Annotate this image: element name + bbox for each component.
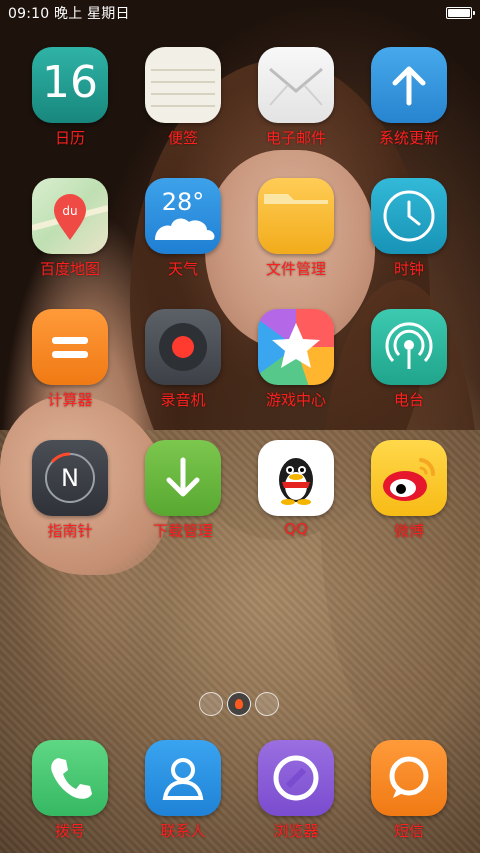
browser-icon [258,740,334,816]
app-update[interactable]: 系统更新 [353,47,465,148]
app-game-center[interactable]: 游戏中心 [240,309,352,410]
app-baidu-map[interactable]: du 百度地图 [14,178,126,279]
radio-icon [371,309,447,385]
battery-fill [448,9,470,17]
map-pin-icon: du [32,178,108,254]
app-compass[interactable]: N 指南针 [14,440,126,541]
compass-letter: N [61,464,79,492]
compass-icon: N [32,440,108,516]
app-label: QQ [284,520,308,538]
arrow-up-icon [371,47,447,123]
app-label: 百度地图 [39,260,100,278]
app-label: 录音机 [160,391,206,409]
page-dot[interactable] [199,692,223,716]
app-memo[interactable]: 便签 [127,47,239,148]
calendar-icon: 16 [32,47,108,123]
person-icon [145,740,221,816]
weibo-icon [371,440,447,516]
app-email[interactable]: 电子邮件 [240,47,352,148]
memo-icon [145,47,221,123]
weather-temp: 28° [162,188,205,216]
app-qq[interactable]: QQ [240,440,352,538]
page-dot[interactable] [255,692,279,716]
app-label: 系统更新 [378,129,439,147]
app-label: 计算器 [47,391,93,409]
app-label: 天气 [167,260,198,278]
status-time: 09:10 晚上 星期日 [8,6,130,22]
arrow-down-icon [145,440,221,516]
app-label: 短信 [393,822,424,840]
calendar-date: 16 [42,57,98,108]
app-label: 电台 [393,391,424,409]
dock-phone[interactable]: 拨号 [14,740,126,841]
app-label: 时钟 [393,260,424,278]
home-screen: 09:10 晚上 星期日 16 日历 便签 电子邮件 系统更新 du 百度地图 … [0,0,480,853]
penguin-icon [258,440,334,516]
app-label: 微博 [393,522,424,540]
cloud-icon: 28° [145,178,221,254]
app-calendar[interactable]: 16 日历 [14,47,126,148]
app-label: 拨号 [54,822,85,840]
battery-icon [446,7,475,19]
app-calculator[interactable]: 计算器 [14,309,126,410]
star-icon [258,309,334,385]
app-recorder[interactable]: 录音机 [127,309,239,410]
record-icon [145,309,221,385]
phone-icon [32,740,108,816]
app-clock[interactable]: 时钟 [353,178,465,279]
app-weibo[interactable]: 微博 [353,440,465,541]
dock-contacts[interactable]: 联系人 [127,740,239,841]
mail-icon [258,47,334,123]
app-label: 游戏中心 [265,391,326,409]
app-label: 指南针 [47,522,93,540]
app-label: 浏览器 [273,822,319,840]
map-pin-text: du [62,204,77,218]
app-label: 文件管理 [265,260,326,278]
app-label: 联系人 [160,822,206,840]
app-file-manager[interactable]: 文件管理 [240,178,352,279]
app-radio[interactable]: 电台 [353,309,465,410]
app-label: 日历 [54,129,85,147]
clock-icon [371,178,447,254]
chat-bubble-icon [371,740,447,816]
app-download-manager[interactable]: 下载管理 [127,440,239,541]
app-label: 下载管理 [152,522,213,540]
dock-sms[interactable]: 短信 [353,740,465,841]
equals-icon [32,309,108,385]
folder-icon [258,178,334,254]
page-indicator[interactable] [199,692,279,718]
page-dot-current[interactable] [227,692,251,716]
dock-browser[interactable]: 浏览器 [240,740,352,841]
app-label: 便签 [167,129,198,147]
app-label: 电子邮件 [265,129,326,147]
app-weather[interactable]: 28° 天气 [127,178,239,279]
status-bar: 09:10 晚上 星期日 [0,0,480,26]
